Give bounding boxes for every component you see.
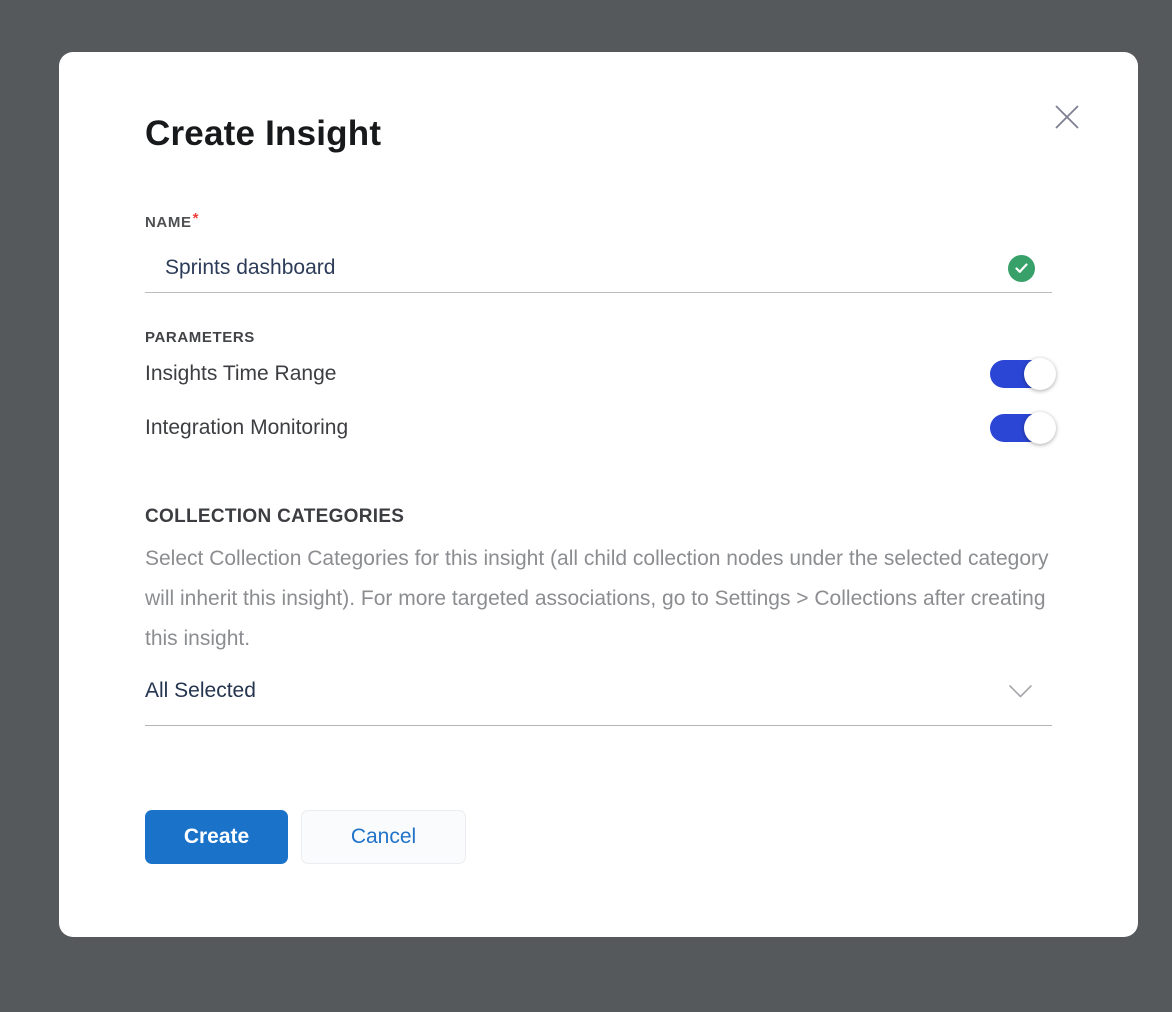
close-icon xyxy=(1054,104,1080,135)
create-insight-modal: Create Insight NAME* PARAMETERS Insights… xyxy=(59,52,1138,937)
name-input[interactable] xyxy=(145,236,1052,292)
toggle-row-integration-monitoring: Integration Monitoring xyxy=(145,401,1052,455)
toggle-label: Integration Monitoring xyxy=(145,416,348,440)
required-marker: * xyxy=(193,210,199,227)
integration-monitoring-toggle[interactable] xyxy=(990,414,1048,442)
toggle-label: Insights Time Range xyxy=(145,362,336,386)
name-field-label: NAME* xyxy=(145,210,1052,232)
toggle-knob xyxy=(1024,358,1056,390)
name-field-row xyxy=(145,236,1052,293)
toggle-row-insights-time-range: Insights Time Range xyxy=(145,347,1052,401)
modal-overlay: Create Insight NAME* PARAMETERS Insights… xyxy=(0,0,1172,1012)
close-button[interactable] xyxy=(1054,106,1080,132)
create-button[interactable]: Create xyxy=(145,810,288,864)
parameters-section-label: PARAMETERS xyxy=(145,329,1052,347)
toggle-knob xyxy=(1024,412,1056,444)
valid-check-icon xyxy=(1008,255,1035,282)
chevron-down-icon xyxy=(1009,685,1032,698)
action-buttons: Create Cancel xyxy=(145,810,1052,864)
dropdown-selected-value: All Selected xyxy=(145,679,256,703)
collection-categories-label: COLLECTION CATEGORIES xyxy=(145,505,1052,529)
insights-time-range-toggle[interactable] xyxy=(990,360,1048,388)
cancel-button[interactable]: Cancel xyxy=(301,810,466,864)
page-title: Create Insight xyxy=(145,112,1052,156)
collection-categories-description: Select Collection Categories for this in… xyxy=(145,539,1052,659)
collection-categories-dropdown[interactable]: All Selected xyxy=(145,675,1052,726)
